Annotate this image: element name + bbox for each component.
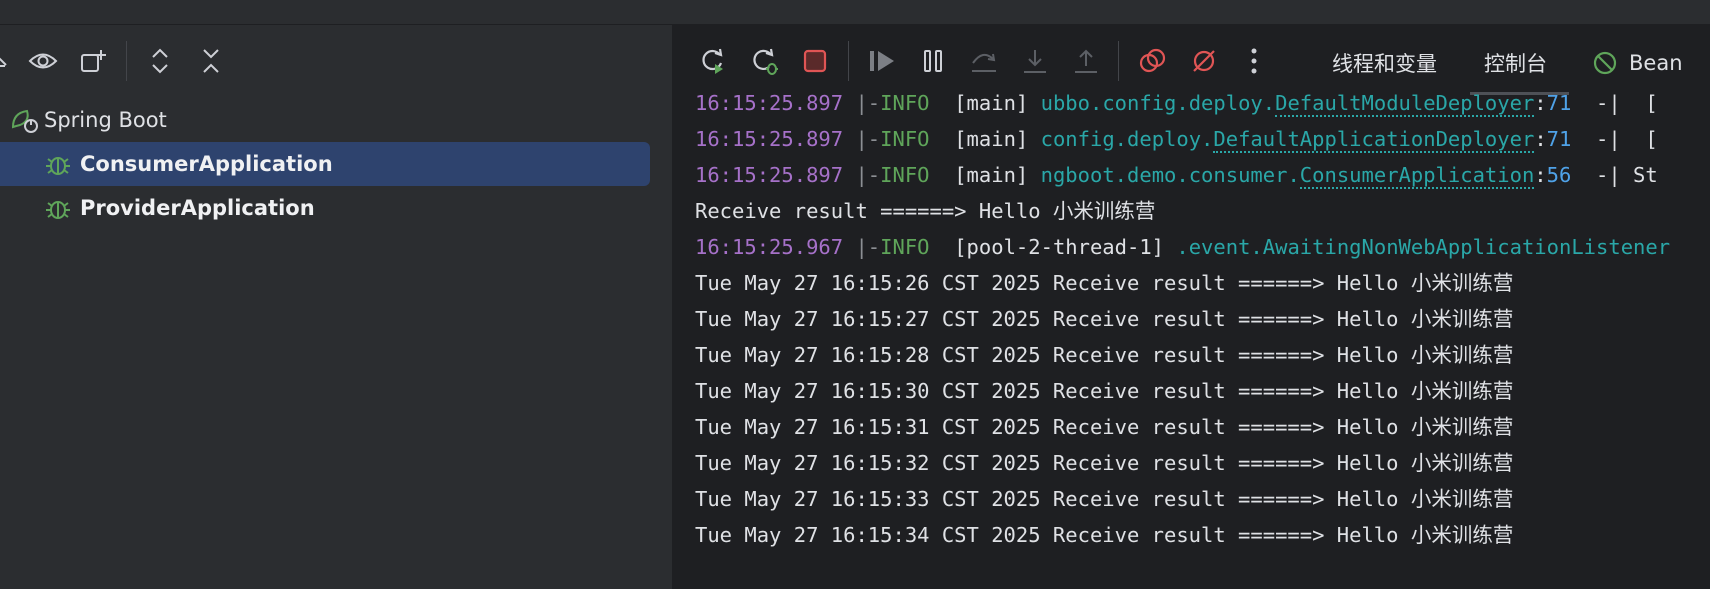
log-timestamp: 16:15:25.897: [695, 163, 844, 187]
log-tail: -| St: [1571, 163, 1658, 187]
tab-label: 控制台: [1484, 52, 1547, 76]
log-line-number[interactable]: 56: [1547, 163, 1572, 187]
log-tail: -| [: [1571, 127, 1658, 151]
log-colon: :: [1534, 127, 1547, 151]
step-over-icon[interactable]: [964, 41, 1004, 81]
log-tail: -| [: [1571, 91, 1658, 115]
tree-item-label: ConsumerApplication: [80, 152, 333, 176]
debug-bug-icon: [44, 151, 72, 179]
log-thread: [main]: [954, 163, 1029, 187]
log-class-link[interactable]: ConsumerApplication: [1299, 163, 1535, 189]
tree-root-label: Spring Boot: [44, 108, 167, 132]
eye-icon[interactable]: [23, 41, 63, 81]
log-text: Tue May 27 16:15:34 CST 2025 Receive res…: [695, 523, 1514, 547]
tree-item-provider-application[interactable]: ProviderApplication: [0, 186, 672, 230]
step-out-icon[interactable]: [1066, 41, 1106, 81]
step-into-icon[interactable]: [1015, 41, 1055, 81]
collapse-all-icon[interactable]: [191, 41, 231, 81]
console-line: Tue May 27 16:15:31 CST 2025 Receive res…: [695, 409, 1670, 445]
log-separator: |-: [855, 163, 881, 187]
console-line: Tue May 27 16:15:34 CST 2025 Receive res…: [695, 517, 1670, 553]
log-text: Tue May 27 16:15:27 CST 2025 Receive res…: [695, 307, 1514, 331]
log-class-prefix: ngboot.demo.consumer.: [1040, 163, 1300, 187]
log-level: INFO: [880, 163, 930, 187]
log-colon: :: [1534, 163, 1547, 187]
log-thread: [main]: [954, 91, 1029, 115]
log-class-prefix: ubbo.config.deploy.: [1040, 91, 1276, 115]
console-line: Tue May 27 16:15:30 CST 2025 Receive res…: [695, 373, 1670, 409]
console-line: Tue May 27 16:15:28 CST 2025 Receive res…: [695, 337, 1670, 373]
log-line-number[interactable]: 71: [1547, 91, 1572, 115]
toolbar-separator: [1118, 41, 1119, 81]
console-line: Tue May 27 16:15:27 CST 2025 Receive res…: [695, 301, 1670, 337]
log-text: Tue May 27 16:15:33 CST 2025 Receive res…: [695, 487, 1514, 511]
log-class-prefix: config.deploy.: [1040, 127, 1214, 151]
tab-label: Bean: [1629, 51, 1683, 75]
spring-boot-icon: [10, 107, 40, 135]
log-text: Tue May 27 16:15:31 CST 2025 Receive res…: [695, 415, 1514, 439]
log-thread: [main]: [954, 127, 1029, 151]
log-colon: :: [1534, 91, 1547, 115]
stop-icon[interactable]: [795, 41, 835, 81]
log-timestamp: 16:15:25.897: [695, 91, 844, 115]
log-class-link[interactable]: DefaultModuleDeployer: [1275, 91, 1535, 117]
rerun-icon[interactable]: [693, 41, 733, 81]
log-thread: [pool-2-thread-1]: [954, 235, 1165, 259]
tab-threads-variables[interactable]: 线程和变量: [1332, 41, 1437, 85]
log-text: Tue May 27 16:15:32 CST 2025 Receive res…: [695, 451, 1514, 475]
disabled-circle-icon: [1593, 51, 1617, 75]
expand-all-icon[interactable]: [140, 41, 180, 81]
log-text: Tue May 27 16:15:30 CST 2025 Receive res…: [695, 379, 1514, 403]
rerun-debug-icon[interactable]: [744, 41, 784, 81]
view-breakpoints-icon[interactable]: [1133, 41, 1173, 81]
run-debug-tree-panel: Spring Boot ConsumerApplication Provider…: [0, 25, 672, 589]
log-line-number[interactable]: 71: [1547, 127, 1572, 151]
log-level: INFO: [880, 91, 930, 115]
toolbar-separator: [848, 41, 849, 81]
log-class-prefix: .event.AwaitingNonWebApplicationListener: [1176, 235, 1671, 259]
log-separator: |-: [855, 91, 881, 115]
console-line: 16:15:25.897 |-INFO [main] ubbo.config.d…: [695, 85, 1670, 121]
console-line: Tue May 27 16:15:33 CST 2025 Receive res…: [695, 481, 1670, 517]
log-text: Tue May 27 16:15:28 CST 2025 Receive res…: [695, 343, 1514, 367]
mute-breakpoints-icon[interactable]: [1184, 41, 1224, 81]
tree-root-spring-boot[interactable]: Spring Boot: [0, 98, 672, 142]
more-icon[interactable]: [1234, 41, 1274, 81]
console-line: Tue May 27 16:15:26 CST 2025 Receive res…: [695, 265, 1670, 301]
tab-console[interactable]: 控制台: [1470, 41, 1569, 95]
console-line: Receive result ======> Hello 小米训练营: [695, 193, 1670, 229]
new-tab-icon[interactable]: [74, 41, 114, 81]
log-class-link[interactable]: DefaultApplicationDeployer: [1213, 127, 1535, 153]
log-timestamp: 16:15:25.967: [695, 235, 844, 259]
console-panel: 线程和变量 控制台 Bean 16:15:25.897 |-INFO [main…: [673, 25, 1710, 589]
console-line: 16:15:25.967 |-INFO [pool-2-thread-1] .e…: [695, 229, 1670, 265]
tree-item-consumer-application[interactable]: ConsumerApplication: [0, 142, 672, 186]
log-level: INFO: [880, 127, 930, 151]
tab-label: 线程和变量: [1332, 52, 1437, 76]
window-top-bar: [0, 0, 1710, 25]
log-separator: |-: [855, 127, 881, 151]
pause-icon[interactable]: [913, 41, 953, 81]
toolbar-separator: [126, 41, 127, 81]
log-level: INFO: [880, 235, 930, 259]
debug-bug-icon: [44, 195, 72, 223]
tree-item-label: ProviderApplication: [80, 196, 315, 220]
tab-bean[interactable]: Bean: [1593, 41, 1683, 85]
console-line: Tue May 27 16:15:32 CST 2025 Receive res…: [695, 445, 1670, 481]
console-line: 16:15:25.897 |-INFO [main] config.deploy…: [695, 121, 1670, 157]
log-text: Receive result ======> Hello 小米训练营: [695, 199, 1156, 223]
console-line: 16:15:25.897 |-INFO [main] ngboot.demo.c…: [695, 157, 1670, 193]
console-output[interactable]: 16:15:25.897 |-INFO [main] ubbo.config.d…: [695, 85, 1670, 553]
log-text: Tue May 27 16:15:26 CST 2025 Receive res…: [695, 271, 1514, 295]
resume-icon[interactable]: [862, 41, 902, 81]
log-separator: |-: [855, 235, 881, 259]
log-timestamp: 16:15:25.897: [695, 127, 844, 151]
